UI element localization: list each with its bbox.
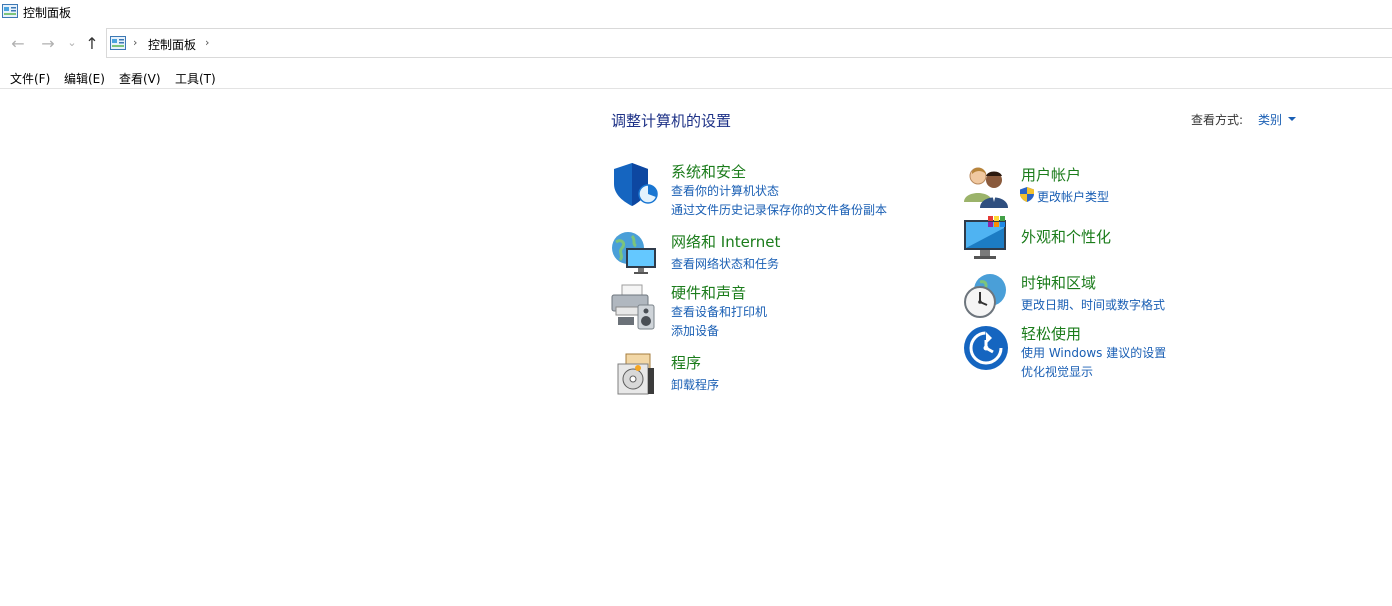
navigation-bar: ← → ⌄ ↑ › 控制面板 › [0, 28, 1392, 58]
menu-edit[interactable]: 编辑(E) [64, 70, 105, 87]
up-button[interactable]: ↑ [82, 34, 102, 53]
category-user-accounts[interactable]: 用户帐户 [1021, 164, 1081, 185]
window-title: 控制面板 [23, 6, 72, 20]
page-title: 调整计算机的设置 [611, 112, 732, 130]
recent-locations-button[interactable]: ⌄ [62, 36, 82, 49]
shield-icon[interactable] [610, 160, 658, 208]
menu-bar: 文件(F) 编辑(E) 查看(V) 工具(T) [0, 62, 1392, 89]
link-optimize-visual-display[interactable]: 优化视觉显示 [1021, 363, 1093, 380]
control-panel-icon [110, 36, 126, 50]
title-bar: 控制面板 [0, 0, 1392, 24]
view-by-dropdown[interactable]: 类别 [1258, 111, 1282, 128]
link-windows-recommended-settings[interactable]: 使用 Windows 建议的设置 [1021, 344, 1166, 361]
category-ease-of-access[interactable]: 轻松使用 [1021, 323, 1081, 344]
uac-shield-icon [1020, 187, 1034, 202]
globe-network-icon[interactable] [610, 228, 658, 276]
link-file-history-backup[interactable]: 通过文件历史记录保存你的文件备份副本 [671, 201, 887, 218]
users-icon[interactable] [962, 162, 1010, 210]
link-change-date-time-format[interactable]: 更改日期、时间或数字格式 [1021, 296, 1165, 313]
breadcrumb-control-panel[interactable]: 控制面板 [148, 36, 196, 53]
category-programs[interactable]: 程序 [671, 352, 701, 373]
link-add-device[interactable]: 添加设备 [671, 322, 719, 339]
breadcrumb-separator[interactable]: › [205, 36, 209, 49]
ease-of-access-icon[interactable] [962, 324, 1010, 372]
chevron-down-icon[interactable] [1288, 117, 1296, 121]
control-panel-icon [2, 4, 18, 18]
printer-speaker-icon[interactable] [610, 283, 658, 331]
link-view-computer-status[interactable]: 查看你的计算机状态 [671, 182, 779, 199]
category-system-security[interactable]: 系统和安全 [671, 161, 746, 182]
menu-tools[interactable]: 工具(T) [175, 70, 216, 87]
link-uninstall-program[interactable]: 卸载程序 [671, 376, 719, 393]
category-appearance-personalization[interactable]: 外观和个性化 [1021, 226, 1111, 247]
view-by-label: 查看方式: [1191, 113, 1244, 127]
breadcrumb-separator[interactable]: › [133, 36, 137, 49]
category-network-internet[interactable]: 网络和 Internet [671, 231, 780, 252]
category-clock-region[interactable]: 时钟和区域 [1021, 272, 1096, 293]
back-button[interactable]: ← [8, 34, 28, 53]
menu-file[interactable]: 文件(F) [10, 70, 50, 87]
link-change-account-type[interactable]: 更改帐户类型 [1037, 188, 1109, 205]
forward-button[interactable]: → [38, 34, 58, 53]
link-network-status[interactable]: 查看网络状态和任务 [671, 255, 779, 272]
menu-view[interactable]: 查看(V) [119, 70, 161, 87]
address-bar[interactable]: › 控制面板 › [106, 28, 1392, 58]
clock-globe-icon[interactable] [962, 272, 1010, 320]
programs-icon[interactable] [612, 350, 660, 398]
link-devices-printers[interactable]: 查看设备和打印机 [671, 303, 767, 320]
category-hardware-sound[interactable]: 硬件和声音 [671, 282, 746, 303]
monitor-palette-icon[interactable] [962, 214, 1010, 262]
